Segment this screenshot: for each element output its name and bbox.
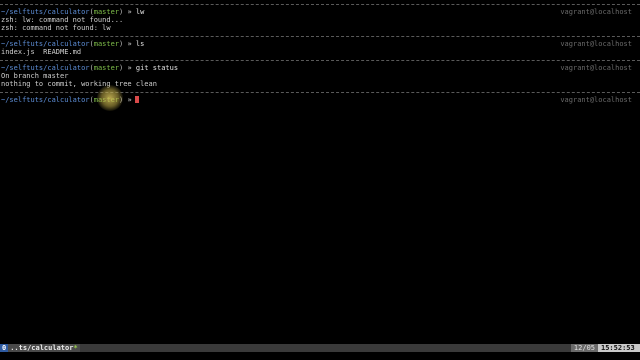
prompt-separator [0, 92, 640, 93]
output-line: index.js README.md [1, 48, 82, 56]
prompt-separator [0, 60, 640, 61]
status-date: 12/05 [570, 344, 598, 352]
command-block: ~/selftuts/calculator(master) » lw vagran… [0, 8, 640, 32]
command-text: lw [135, 8, 145, 16]
prompt-path: ~/selftuts/calculator [1, 8, 90, 16]
window-flag: * [73, 344, 78, 352]
prompt-host: vagrant@localhost [560, 96, 632, 104]
tmux-status-bar: 0 ..ts/calculator* 12/05 15:52:53 [0, 344, 640, 360]
prompt-branch: master [93, 8, 120, 16]
prompt-branch: master [93, 64, 120, 72]
prompt-arrow: » [127, 8, 132, 16]
prompt-host: vagrant@localhost [560, 40, 632, 48]
paren-close: ) [119, 96, 124, 104]
window-index: 0 [0, 344, 9, 352]
prompt-line: ~/selftuts/calculator(master) » ls vagran… [0, 40, 640, 48]
prompt-path: ~/selftuts/calculator [1, 40, 90, 48]
prompt-path: ~/selftuts/calculator [1, 64, 90, 72]
prompt-arrow: » [127, 64, 132, 72]
output-line: On branch master [1, 72, 69, 80]
command-block: ~/selftuts/calculator(master) » ls vagran… [0, 40, 640, 56]
prompt-separator [0, 4, 640, 5]
paren-close: ) [119, 64, 124, 72]
prompt-path: ~/selftuts/calculator [1, 96, 90, 104]
window-tab-active[interactable]: 0 ..ts/calculator* [0, 344, 80, 352]
prompt-arrow: » [127, 40, 132, 48]
prompt-host: vagrant@localhost [560, 64, 632, 72]
terminal-window[interactable]: ~/selftuts/calculator(master) » lw vagran… [0, 0, 640, 344]
paren-close: ) [119, 40, 124, 48]
paren-close: ) [119, 8, 124, 16]
status-clock: 15:52:53 [598, 344, 640, 352]
prompt-arrow: » [127, 96, 132, 104]
prompt-line: ~/selftuts/calculator(master) » lw vagran… [0, 8, 640, 16]
prompt-line: ~/selftuts/calculator(master) » git stat… [0, 64, 640, 72]
output-line: nothing to commit, working tree clean [1, 80, 157, 88]
prompt-branch: master [93, 40, 120, 48]
output-line: zsh: lw: command not found... [1, 16, 124, 24]
status-strip [0, 344, 640, 352]
command-text: ls [135, 40, 145, 48]
output-line: zsh: command not found: lw [1, 24, 111, 32]
command-block: ~/selftuts/calculator(master) » git stat… [0, 64, 640, 88]
prompt-separator [0, 36, 640, 37]
prompt-branch: master [93, 96, 120, 104]
text-cursor[interactable] [134, 96, 139, 103]
window-title: ..ts/calculator [10, 344, 74, 352]
command-text: git status [135, 64, 179, 72]
active-prompt[interactable]: ~/selftuts/calculator(master) » vagrant@l… [0, 96, 640, 104]
prompt-host: vagrant@localhost [560, 8, 632, 16]
prompt-line[interactable]: ~/selftuts/calculator(master) » vagrant@l… [0, 96, 640, 104]
